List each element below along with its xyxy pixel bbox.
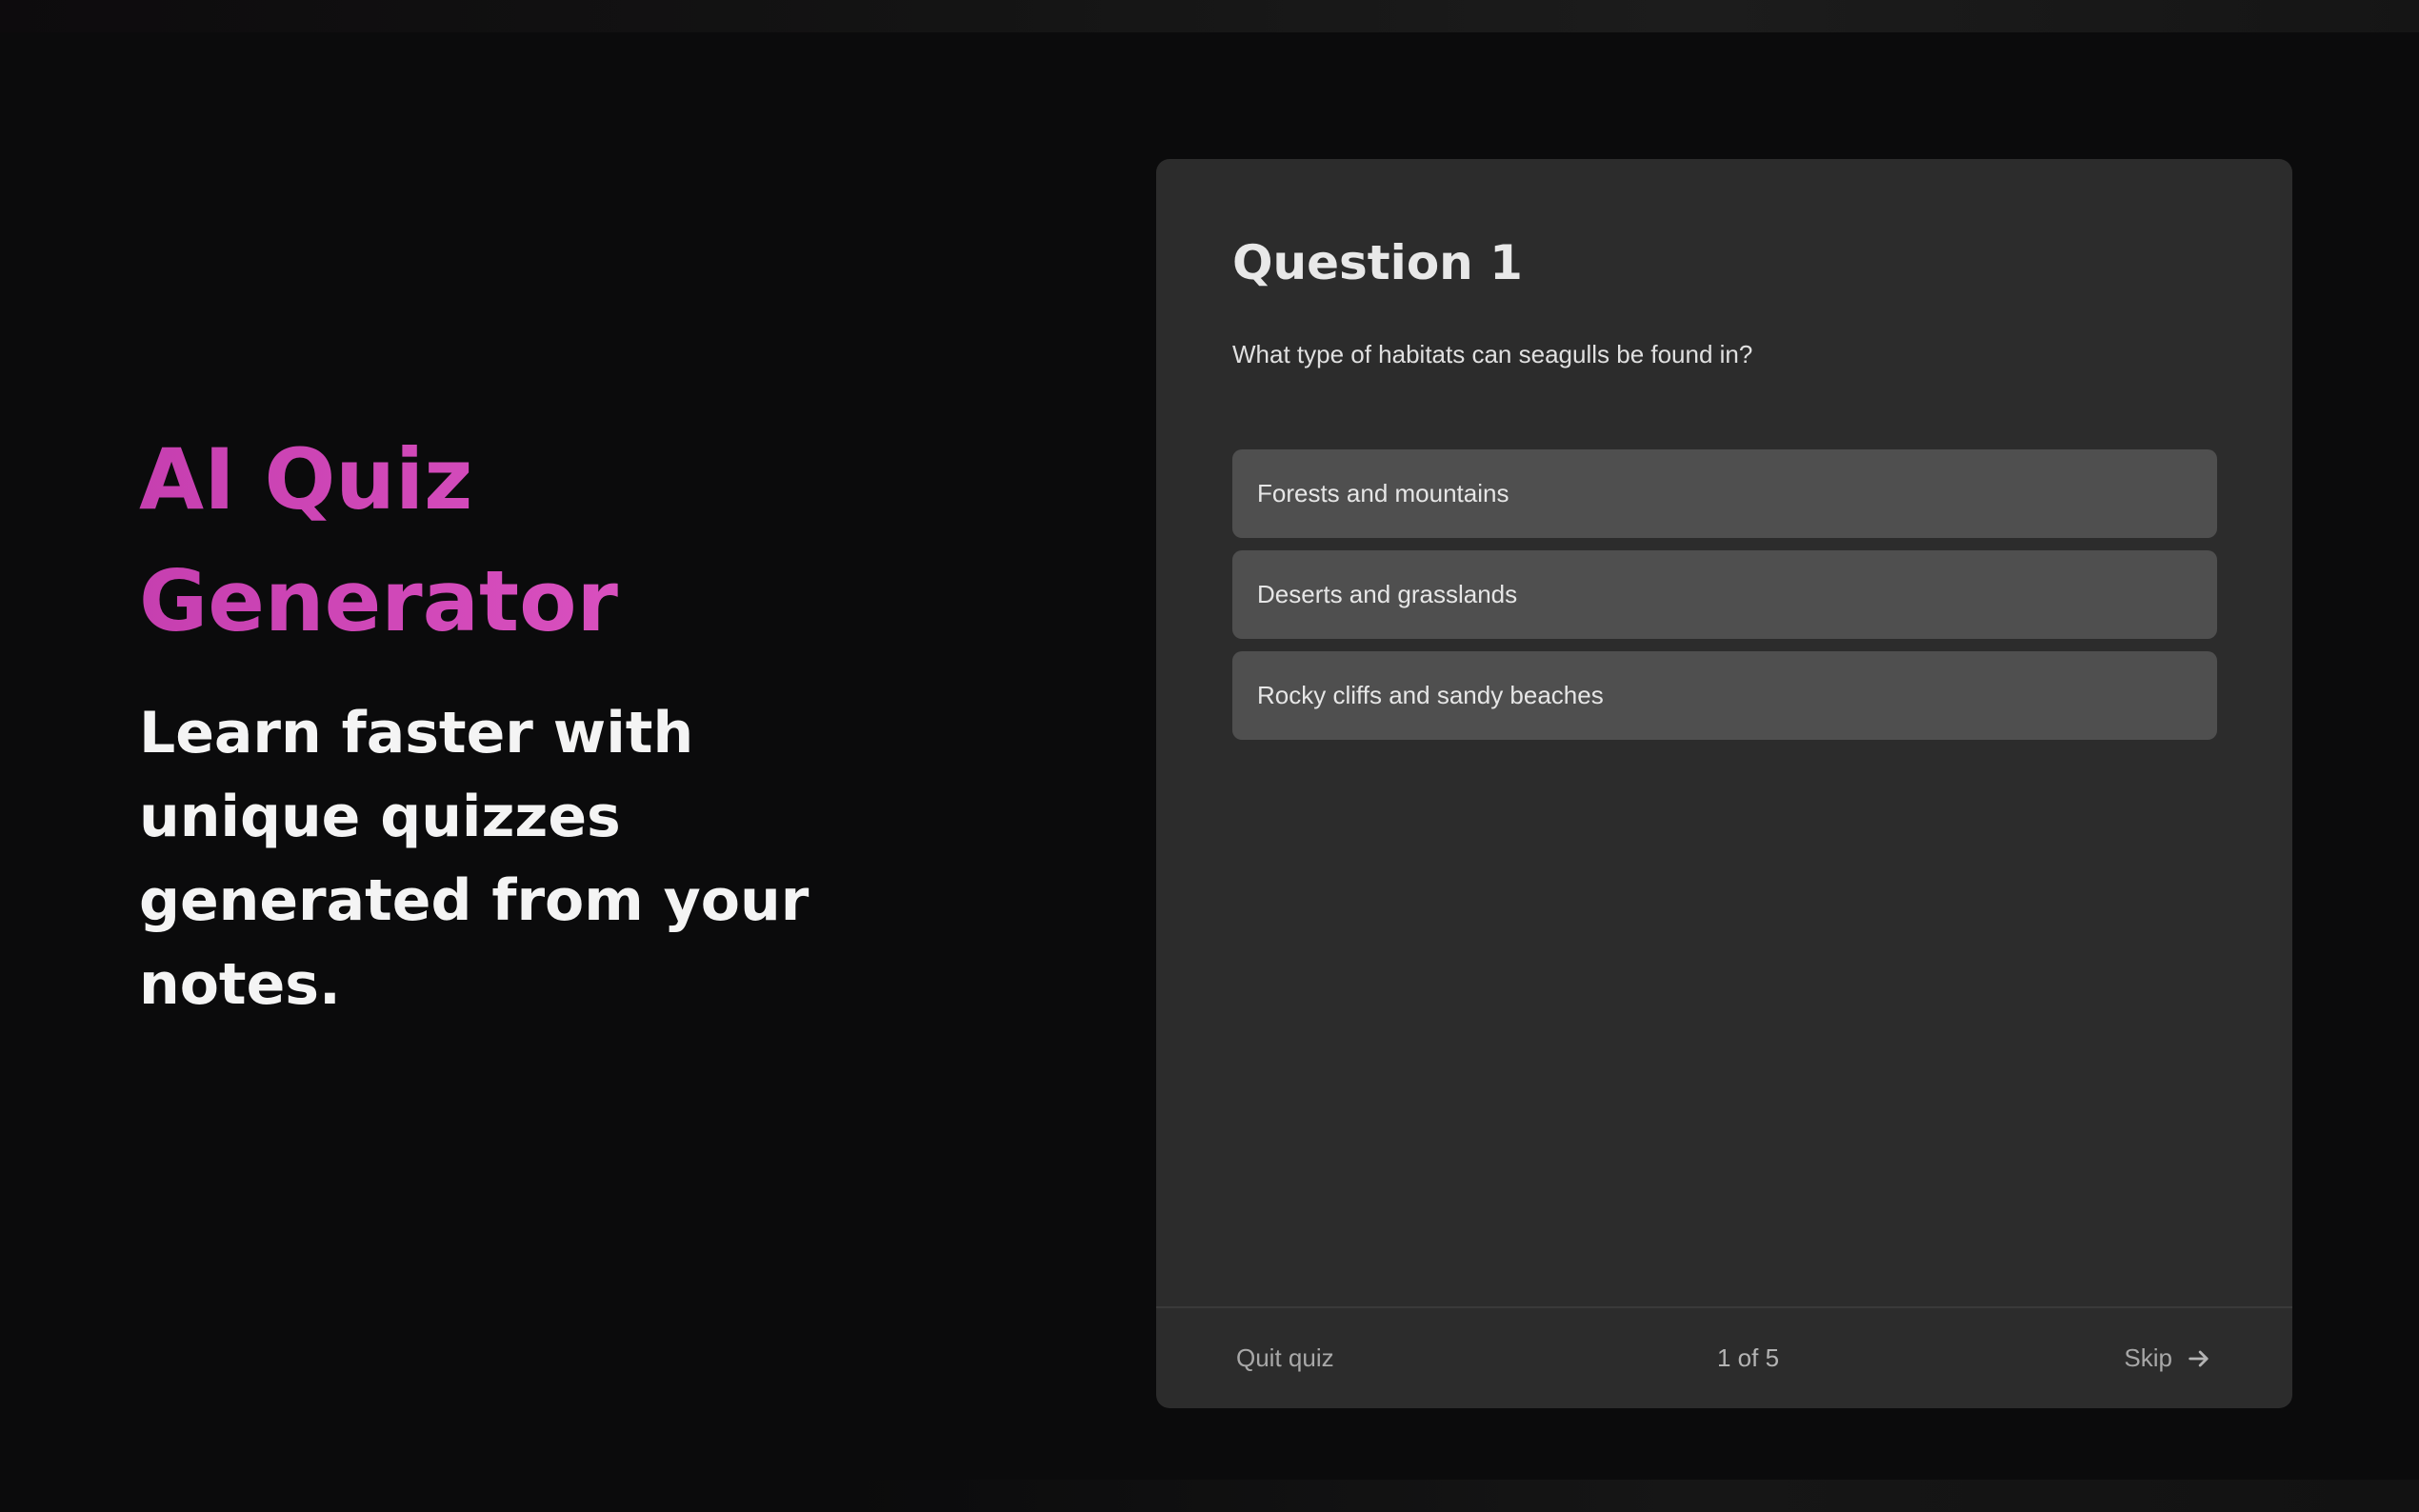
skip-label: Skip [2124, 1343, 2172, 1372]
question-text: What type of habitats can seagulls be fo… [1232, 340, 1753, 368]
answer-option[interactable]: Forests and mountains [1232, 449, 2217, 538]
answer-option-label: Forests and mountains [1257, 479, 1509, 507]
skip-button[interactable]: Skip [2124, 1343, 2212, 1373]
quiz-footer: Quit quiz 1 of 5 Skip [1156, 1306, 2292, 1408]
hero-title: AI Quiz Generator [139, 419, 806, 663]
answer-options: Forests and mountains Deserts and grassl… [1232, 449, 2217, 752]
progress-label: 1 of 5 [1716, 1343, 1780, 1372]
answer-option-label: Deserts and grasslands [1257, 580, 1518, 608]
question-title: Question 1 [1232, 235, 1523, 290]
bottom-strip [0, 1480, 2419, 1512]
quit-quiz-button[interactable]: Quit quiz [1236, 1343, 1334, 1373]
quiz-card: Question 1 What type of habitats can sea… [1156, 159, 2292, 1408]
answer-option-label: Rocky cliffs and sandy beaches [1257, 681, 1604, 709]
hero-section: AI Quiz Generator Learn faster with uniq… [139, 419, 996, 1026]
answer-option[interactable]: Rocky cliffs and sandy beaches [1232, 651, 2217, 740]
page: AI Quiz Generator Learn faster with uniq… [0, 0, 2419, 1512]
answer-option[interactable]: Deserts and grasslands [1232, 550, 2217, 639]
hero-subtitle: Learn faster with unique quizzes generat… [139, 700, 810, 1018]
top-strip [0, 0, 2419, 32]
arrow-right-icon [2189, 1350, 2209, 1366]
